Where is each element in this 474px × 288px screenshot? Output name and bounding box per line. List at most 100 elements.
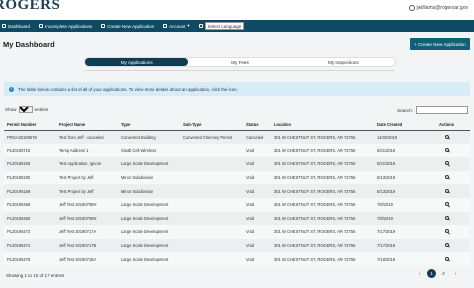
pagination: ‹ 1 2 › xyxy=(415,269,460,278)
table-cell: 5/21/2019 xyxy=(374,157,420,171)
user-email: jwilliams@rogersar.gov xyxy=(416,5,468,11)
list-icon xyxy=(39,24,44,28)
table-cell: Minor Subdivision xyxy=(118,170,180,185)
page-length-select[interactable]: 10 xyxy=(18,106,33,113)
table-cell: Void xyxy=(243,170,271,185)
table-cell: 301 W CHESTNUT ST, ROGERS, AR 72756 xyxy=(271,238,374,253)
table-row: PL20190155 Test Application, Ignore Large … xyxy=(4,157,470,171)
table-cell: Converted Building xyxy=(118,130,180,144)
table-cell xyxy=(180,143,243,158)
table-cell: Large Scale Development xyxy=(118,238,180,253)
table-cell: 7/18/2019 xyxy=(374,252,420,266)
table-cell: Large Scale Development xyxy=(118,252,180,266)
home-icon xyxy=(2,24,6,28)
actions-cell xyxy=(420,184,470,198)
tab-my-fees[interactable]: My Fees xyxy=(188,58,291,66)
table-cell: Test Application, Ignore xyxy=(56,157,118,171)
table-cell: Void xyxy=(243,197,271,212)
table-cell: Test Project by Jeff xyxy=(56,184,118,198)
table-row: PL20190473 Jeff Test 20190717A Large Scale… xyxy=(4,225,470,239)
nav-dashboard[interactable]: Dashboard xyxy=(2,24,30,29)
view-details-icon[interactable] xyxy=(444,161,449,166)
prev-page-button[interactable]: ‹ xyxy=(415,269,424,278)
table-row: PL20190475 Jeff Test 20190718A Large Scale… xyxy=(4,252,470,266)
table-cell: 301 W CHESTNUT ST, ROGERS, AR 72756 xyxy=(271,225,374,239)
table-cell: PL20190189 xyxy=(4,184,56,198)
table-cell: PL20190716 xyxy=(4,143,56,158)
actions-cell xyxy=(420,170,470,185)
language-selector[interactable]: Select Language xyxy=(198,22,245,30)
actions-cell xyxy=(420,252,470,266)
table-cell: Void xyxy=(243,157,271,171)
table-cell: Jeff Test 20190708H xyxy=(56,197,118,212)
actions-cell xyxy=(420,143,470,158)
nav-create-application[interactable]: Create New Application xyxy=(101,24,154,29)
top-bar: ROGERS jwilliams@rogersar.gov xyxy=(0,0,474,20)
next-page-button[interactable]: › xyxy=(451,269,460,278)
page-1-button[interactable]: 1 xyxy=(427,269,436,278)
view-details-icon[interactable] xyxy=(444,202,449,207)
table-cell: Jeff Test 20190717A xyxy=(56,225,118,239)
view-details-icon[interactable] xyxy=(444,229,449,234)
entries-info: Showing 1 to 10 of 17 entries xyxy=(6,273,65,278)
table-cell xyxy=(180,252,243,266)
table-cell: 301 W CHESTNUT ST, ROGERS, AR 72756 xyxy=(271,211,374,226)
logo[interactable]: ROGERS xyxy=(0,0,60,14)
tab-my-applications[interactable]: My Applications xyxy=(85,58,189,66)
table-cell xyxy=(180,225,243,239)
col-date-created[interactable]: Date Created xyxy=(374,120,420,131)
table-cell: PL20190180 xyxy=(4,170,56,185)
table-cell: Small Cell Wireless xyxy=(118,143,180,158)
table-cell: Void xyxy=(243,238,271,253)
table-cell: 301 W CHESTNUT ST, ROGERS, AR 72756 xyxy=(271,130,374,144)
page-title: My Dashboard xyxy=(3,40,55,49)
table-cell: 301 W CHESTNUT ST, ROGERS, AR 72756 xyxy=(271,252,374,266)
table-header-row: Permit Number Project Name Type Sub-Type… xyxy=(4,120,470,131)
globe-icon xyxy=(198,24,203,28)
table-cell: PL20190474 xyxy=(4,238,56,253)
table-row: PL20190474 Jeff Test 20190717B Large Scale… xyxy=(4,238,470,253)
view-details-icon[interactable] xyxy=(444,256,449,261)
col-permit-number[interactable]: Permit Number xyxy=(4,120,56,131)
table-cell: 301 W CHESTNUT ST, ROGERS, AR 72756 xyxy=(271,197,374,212)
dashboard-tabs: My Applications My Fees My Inspections xyxy=(84,57,396,67)
col-status[interactable]: Status xyxy=(243,120,271,131)
table-cell: 301 W CHESTNUT ST, ROGERS, AR 72756 xyxy=(271,170,374,185)
applications-table: Permit Number Project Name Type Sub-Type… xyxy=(4,120,470,266)
view-details-icon[interactable] xyxy=(444,188,449,193)
info-icon: i xyxy=(9,86,14,92)
col-location[interactable]: Location xyxy=(271,120,374,131)
user-menu[interactable]: jwilliams@rogersar.gov xyxy=(408,5,468,11)
actions-cell xyxy=(420,197,470,212)
table-search: Search: xyxy=(397,106,468,114)
table-cell: Test from Jeff - canceled xyxy=(56,130,118,144)
create-application-button[interactable]: + Create New Application xyxy=(410,38,470,50)
view-details-icon[interactable] xyxy=(444,215,449,220)
nav-incomplete-applications[interactable]: Incomplete Applications xyxy=(39,24,92,29)
nav-account[interactable]: Account ▾ xyxy=(163,23,190,29)
col-actions: Actions xyxy=(420,120,470,131)
tab-divider xyxy=(85,70,395,71)
table-cell: PRGA20190578 xyxy=(4,130,56,144)
tab-my-inspections[interactable]: My Inspections xyxy=(292,58,395,66)
view-details-icon[interactable] xyxy=(444,147,449,152)
info-text: The table below contains a list of all o… xyxy=(18,86,238,92)
col-project-name[interactable]: Project Name xyxy=(56,120,118,131)
table-cell: 301 W CHESTNUT ST, ROGERS, AR 72756 xyxy=(271,184,374,198)
view-details-icon[interactable] xyxy=(444,243,449,248)
search-input[interactable] xyxy=(416,106,468,114)
table-cell: 5/13/2019 xyxy=(374,184,420,198)
col-sub-type[interactable]: Sub-Type xyxy=(180,120,243,131)
table-cell: Large Scale Development xyxy=(118,225,180,239)
table-cell: Jeff Test 20190717B xyxy=(56,238,118,253)
table-cell: 301 W CHESTNUT ST, ROGERS, AR 72756 xyxy=(271,157,374,171)
page-length-control: Show 10 entries xyxy=(5,106,48,113)
table-row: PRGA20190578 Test from Jeff - canceled Con… xyxy=(4,130,470,144)
user-icon xyxy=(163,24,168,28)
view-details-icon[interactable] xyxy=(444,175,449,180)
col-type[interactable]: Type xyxy=(118,120,180,131)
table-cell xyxy=(180,238,243,253)
table-cell: Void xyxy=(243,225,271,239)
view-details-icon[interactable] xyxy=(444,134,449,139)
page-2-button[interactable]: 2 xyxy=(439,269,448,278)
